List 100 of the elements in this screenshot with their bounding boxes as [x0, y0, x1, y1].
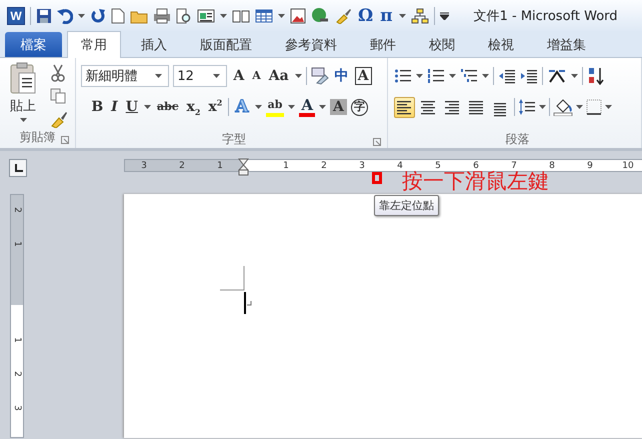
ribbon-tab[interactable]: 參考資料 — [272, 33, 350, 57]
italic-button[interactable]: I — [109, 99, 120, 115]
multilevel-list-icon[interactable] — [460, 68, 478, 84]
caret-icon[interactable] — [278, 14, 285, 18]
ribbon-tab[interactable]: 增益集 — [534, 33, 599, 57]
ribbon-tab[interactable]: 插入 — [128, 33, 180, 57]
bullet-list-icon[interactable] — [394, 68, 412, 84]
group-label: 字型 — [222, 130, 246, 148]
ruler-number: 6 — [472, 160, 480, 170]
shrink-font-button[interactable]: A — [250, 68, 263, 84]
caret-icon[interactable] — [576, 105, 583, 109]
paint-bucket-icon[interactable] — [552, 98, 573, 116]
picture-icon[interactable] — [290, 8, 306, 24]
ruler-number: 3 — [140, 160, 148, 170]
ribbon-tab[interactable]: 校閱 — [416, 33, 468, 57]
ruler-number: 1 — [12, 337, 22, 343]
ruler-number: 5 — [434, 160, 442, 170]
caret-icon[interactable] — [398, 14, 406, 18]
caret-icon[interactable] — [254, 105, 262, 109]
caret-icon[interactable] — [448, 74, 456, 78]
brush-icon[interactable] — [50, 110, 68, 128]
grow-font-button[interactable]: A — [231, 68, 246, 84]
table-icon[interactable] — [255, 8, 273, 24]
customize-icon[interactable] — [440, 12, 449, 20]
phonetic-guide-button[interactable]: 中 — [332, 68, 351, 84]
superscript-button[interactable]: x$^{2}$ — [206, 99, 224, 115]
hierarchy-icon[interactable] — [410, 8, 429, 24]
strikethrough-button[interactable]: abc — [154, 99, 180, 115]
print-preview-icon[interactable] — [176, 8, 192, 24]
brush-icon[interactable] — [334, 8, 352, 24]
ruler-number: 2 — [320, 160, 328, 170]
caret-icon[interactable] — [319, 105, 326, 109]
printer-icon[interactable] — [153, 8, 171, 24]
caret-icon[interactable] — [155, 74, 162, 78]
clipboard-icon[interactable] — [9, 62, 37, 94]
ruler-number: 7 — [510, 160, 518, 170]
ruler-number: 1 — [282, 160, 290, 170]
group-label: 段落 — [505, 130, 530, 148]
align-left-button[interactable] — [394, 96, 415, 118]
paste-button[interactable]: 貼上 — [10, 97, 36, 115]
font-name-dropdown[interactable]: 新細明體 — [81, 65, 170, 87]
sort-icon[interactable] — [586, 67, 605, 85]
underline-button[interactable]: U — [124, 99, 140, 115]
caret-icon[interactable] — [78, 14, 85, 18]
asian-layout-icon[interactable] — [546, 68, 567, 84]
ribbon-tab[interactable]: 版面配置 — [187, 33, 265, 57]
redo-icon[interactable] — [90, 8, 106, 24]
scissors-icon[interactable] — [50, 64, 66, 82]
ruler-number: 3 — [12, 405, 22, 411]
ruler-number: 2 — [178, 160, 186, 170]
font-color-button[interactable]: A — [299, 97, 316, 117]
numbered-list-icon[interactable] — [426, 68, 445, 84]
borders-icon[interactable] — [586, 99, 602, 115]
subscript-button[interactable]: x$_{2}$ — [184, 99, 202, 115]
save-icon[interactable] — [36, 8, 52, 24]
change-case-button[interactable]: Aa — [266, 68, 291, 84]
caret-icon[interactable] — [294, 74, 302, 78]
caret-icon[interactable] — [20, 118, 26, 122]
ribbon-tab[interactable]: 檢視 — [475, 33, 527, 57]
caret-icon[interactable] — [213, 74, 220, 78]
symbol-button[interactable]: π — [379, 6, 394, 26]
enclose-characters-button[interactable]: 字 — [350, 98, 368, 116]
caret-icon[interactable] — [482, 74, 489, 78]
character-shading-button[interactable]: A — [330, 99, 347, 115]
decrease-indent-icon[interactable] — [498, 68, 516, 84]
caret-icon[interactable] — [144, 105, 151, 109]
indent-marker-icon[interactable] — [238, 158, 249, 176]
app-logo[interactable]: W — [7, 7, 25, 25]
dialog-launcher-icon[interactable] — [372, 138, 381, 146]
dialog-launcher-icon[interactable] — [61, 136, 70, 144]
ruler-number: 2 — [12, 207, 22, 213]
ruler-number: 1 — [12, 241, 22, 247]
caret-icon[interactable] — [604, 105, 612, 109]
ribbon-tab[interactable]: 常用 — [67, 31, 121, 58]
symbol-button[interactable]: Ω — [357, 6, 374, 26]
caret-icon[interactable] — [288, 105, 296, 109]
ruler-number: 3 — [358, 160, 366, 170]
caret-icon[interactable] — [416, 74, 423, 78]
caret-icon[interactable] — [220, 14, 227, 18]
caret-icon[interactable] — [538, 105, 546, 109]
file-tab[interactable]: 檔案 — [5, 32, 62, 57]
highlight-button[interactable]: ab — [266, 97, 284, 117]
caret-icon[interactable] — [570, 74, 578, 78]
tab-selector[interactable] — [9, 159, 27, 177]
group-label: 剪貼簿 — [20, 128, 56, 146]
copy-icon[interactable] — [50, 88, 66, 104]
ruler-number: 9 — [586, 160, 594, 170]
ruler-number: 10 — [621, 160, 635, 170]
phonetic-eraser-icon[interactable] — [310, 67, 329, 85]
ruler-number: 8 — [548, 160, 556, 170]
ruler-number: 2 — [12, 371, 22, 377]
text-box-icon[interactable] — [197, 8, 215, 24]
ribbon-tab[interactable]: 郵件 — [357, 33, 409, 57]
line-spacing-icon[interactable] — [518, 98, 536, 116]
undo-icon[interactable] — [57, 8, 73, 24]
increase-indent-icon[interactable] — [520, 68, 538, 84]
character-border-button[interactable]: A — [354, 67, 372, 85]
new-document-icon[interactable] — [111, 8, 125, 24]
bold-button[interactable]: B — [89, 99, 106, 115]
font-size-dropdown[interactable]: 12 — [173, 65, 228, 87]
